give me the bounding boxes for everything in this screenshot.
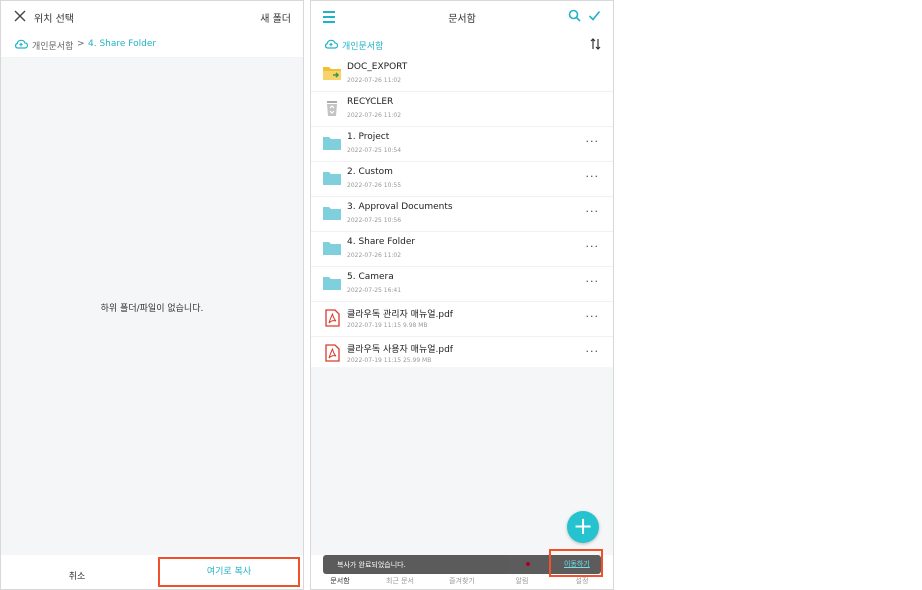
more-options-icon[interactable]: ··· [586,206,600,217]
search-icon[interactable] [568,9,581,22]
item-meta: 2022-07-19 11:15 25.99 MB [347,357,432,364]
picker-footer: 취소 여기로 복사 [1,556,303,590]
empty-message: 하위 폴더/파일이 없습니다. [100,304,204,314]
folder-icon [323,172,341,185]
list-item[interactable]: RECYCLER 2022-07-26 11:02 [311,92,613,127]
folder-list-area: 하위 폴더/파일이 없습니다. [1,58,303,555]
recycle-bin-icon [327,101,337,116]
tab-notifications[interactable]: 알림 [497,576,547,586]
list-item[interactable]: 1. Project 2022-07-25 10:54 ··· [311,127,613,162]
toast-message: 복사가 완료되었습니다. [337,561,406,569]
item-name: 2. Custom [347,167,393,177]
item-name: 클라우독 사용자 매뉴얼.pdf [347,345,453,355]
item-meta: 2022-07-25 10:56 [347,217,402,224]
folder-icon [323,242,341,255]
picker-title: 위치 선택 [34,14,74,25]
tab-document-box[interactable]: 문서함 [315,576,365,586]
item-meta: 2022-07-26 11:02 [347,252,402,259]
more-options-icon[interactable]: ··· [586,311,600,322]
item-name: RECYCLER [347,97,394,107]
cloud-icon [325,39,338,49]
folder-icon [323,137,341,150]
go-to-label[interactable]: 이동하기 [564,559,590,569]
tab-recent[interactable]: 최근 문서 [375,576,425,586]
close-icon[interactable] [13,9,27,23]
document-box-panel: 문서함 개인문서함 DOC_EXPORT 2022-07-26 11:02 RE… [310,0,614,590]
breadcrumb: 개인문서함 [311,31,613,57]
list-item[interactable]: 5. Camera 2022-07-25 16:41 ··· [311,267,613,302]
breadcrumb-root[interactable]: 개인문서함 [32,39,73,52]
item-meta: 2022-07-26 11:02 [347,77,402,84]
pdf-icon [325,344,340,362]
folder-icon [323,277,341,290]
pdf-icon [325,309,340,327]
breadcrumb: 개인문서함 > 4. Share Folder [1,31,303,58]
list-item[interactable]: 4. Share Folder 2022-07-26 11:02 ··· [311,232,613,267]
list-item[interactable]: 2. Custom 2022-07-26 10:55 ··· [311,162,613,197]
select-check-icon[interactable] [588,9,601,22]
copy-here-button[interactable]: 여기로 복사 [158,557,300,587]
picker-header: 위치 선택 새 폴더 [1,1,303,31]
breadcrumb-root[interactable]: 개인문서함 [342,39,383,52]
item-meta: 2022-07-26 11:02 [347,112,402,119]
item-meta: 2022-07-26 10:55 [347,182,402,189]
list-item[interactable]: 클라우독 관리자 매뉴얼.pdf 2022-07-19 11:15 9.98 M… [311,302,613,337]
item-name: 5. Camera [347,272,394,282]
item-name: 3. Approval Documents [347,202,453,212]
more-options-icon[interactable]: ··· [586,241,600,252]
item-name: 4. Share Folder [347,237,416,247]
export-folder-icon [323,67,341,80]
more-options-icon[interactable]: ··· [586,276,600,287]
folder-icon [323,207,341,220]
item-meta: 2022-07-25 10:54 [347,147,402,154]
list-item[interactable]: 3. Approval Documents 2022-07-25 10:56 ·… [311,197,613,232]
more-options-icon[interactable]: ··· [586,171,600,182]
list-item[interactable]: DOC_EXPORT 2022-07-26 11:02 [311,57,613,92]
item-meta: 2022-07-25 16:41 [347,287,402,294]
tab-settings[interactable]: 설정 [557,576,607,586]
breadcrumb-current[interactable]: 4. Share Folder [88,39,156,49]
cancel-button[interactable]: 취소 [1,569,153,582]
notification-dot [526,562,530,566]
item-meta: 2022-07-19 11:15 9.98 MB [347,322,428,329]
location-picker-panel: 위치 선택 새 폴더 개인문서함 > 4. Share Folder 하위 폴더… [0,0,304,590]
new-folder-button[interactable]: 새 폴더 [260,10,291,25]
add-button[interactable]: + [567,511,599,543]
tab-favorites[interactable]: 즐겨찾기 [437,576,487,586]
item-name: 1. Project [347,132,390,142]
item-name: 클라우독 관리자 매뉴얼.pdf [347,310,453,320]
cloud-icon [15,39,28,49]
document-list: DOC_EXPORT 2022-07-26 11:02 RECYCLER 202… [311,57,613,372]
sort-icon[interactable] [590,38,601,50]
document-box-header: 문서함 [311,1,613,31]
go-to-button[interactable]: 이동하기 [549,549,603,577]
more-options-icon[interactable]: ··· [586,136,600,147]
more-options-icon[interactable]: ··· [586,346,600,357]
item-name: DOC_EXPORT [347,62,408,72]
breadcrumb-separator: > [77,39,85,49]
